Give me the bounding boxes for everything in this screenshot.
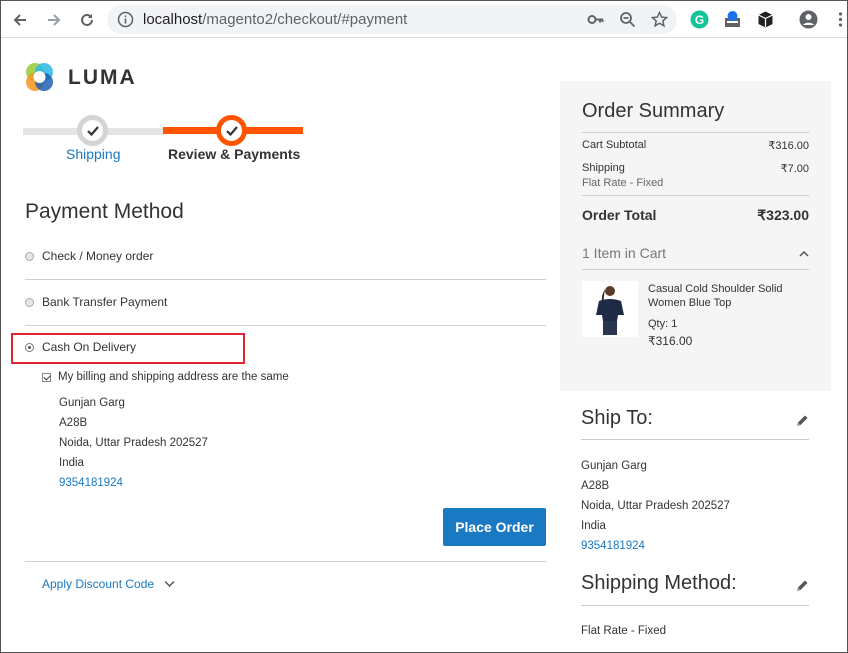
- back-arrow-icon: [13, 14, 26, 26]
- back-button[interactable]: [9, 9, 31, 31]
- radio-button[interactable]: [25, 251, 34, 261]
- url-path: /magento2/checkout/#payment: [202, 11, 408, 28]
- address-name: Gunjan Garg: [59, 397, 125, 409]
- apply-discount-toggle[interactable]: Apply Discount Code: [42, 577, 175, 591]
- grammarly-extension-icon[interactable]: G: [690, 10, 709, 29]
- cart-subtotal-value: ₹316.00: [768, 140, 809, 152]
- luma-logo[interactable]: LUMA: [23, 61, 137, 94]
- ship-to-country: India: [581, 520, 606, 532]
- shipping-method-note: Flat Rate - Fixed: [582, 177, 664, 189]
- forward-button[interactable]: [43, 9, 65, 31]
- chevron-down-icon: [164, 580, 175, 588]
- key-icon[interactable]: [587, 11, 604, 28]
- chevron-up-icon: [799, 250, 809, 257]
- divider: [581, 439, 809, 440]
- same-address-checkbox[interactable]: [42, 372, 51, 382]
- divider: [25, 279, 546, 280]
- zoom-out-icon[interactable]: [619, 11, 636, 28]
- address-bar[interactable]: localhost/magento2/checkout/#payment: [107, 5, 677, 34]
- address-phone-link[interactable]: 9354181924: [59, 473, 208, 493]
- shipping-label: Shipping: [582, 162, 625, 174]
- radio-button-selected[interactable]: [25, 342, 34, 352]
- items-in-cart-toggle[interactable]: 1 Item in Cart: [582, 245, 809, 261]
- reload-button[interactable]: [76, 9, 98, 31]
- step-review-payments-label: Review & Payments: [168, 146, 301, 162]
- pencil-edit-icon[interactable]: [795, 579, 809, 593]
- svg-text:G: G: [695, 13, 704, 27]
- shipping-method-value: Flat Rate - Fixed: [581, 625, 666, 637]
- payment-method-title: Payment Method: [25, 200, 184, 223]
- shipping-method-title: Shipping Method:: [581, 572, 737, 594]
- ship-to-name: Gunjan Garg: [581, 460, 647, 472]
- info-icon[interactable]: [117, 11, 134, 28]
- extension-badge-icon[interactable]: [723, 10, 742, 29]
- package-extension-icon[interactable]: [756, 10, 775, 29]
- same-address-checkbox-row[interactable]: My billing and shipping address are the …: [42, 371, 289, 383]
- reload-icon: [81, 13, 93, 26]
- divider: [582, 269, 809, 270]
- url-host: localhost: [143, 11, 203, 28]
- url-text[interactable]: localhost/magento2/checkout/#payment: [143, 11, 407, 28]
- browser-toolbar: localhost/magento2/checkout/#payment G: [1, 1, 847, 38]
- shipping-value: ₹7.00: [780, 163, 809, 175]
- profile-icon[interactable]: [799, 10, 818, 29]
- order-total-value: ₹323.00: [757, 207, 809, 223]
- step-shipping-marker[interactable]: [77, 115, 108, 146]
- same-address-label: My billing and shipping address are the …: [58, 371, 289, 383]
- checkmark-icon: [225, 125, 238, 136]
- ship-to-city: Noida, Uttar Pradesh 202527: [581, 500, 730, 512]
- place-order-button[interactable]: Place Order: [443, 508, 546, 546]
- forward-arrow-icon: [48, 14, 61, 26]
- shipping-row: Shipping ₹7.00: [582, 162, 809, 175]
- payment-option-label: Cash On Delivery: [42, 340, 137, 354]
- ship-to-line1: A28B: [581, 480, 610, 492]
- bookmark-star-icon[interactable]: [651, 11, 668, 28]
- address-country: India: [59, 457, 84, 469]
- product-name: Casual Cold Shoulder Solid Women Blue To…: [648, 283, 783, 309]
- ship-to-title: Ship To:: [581, 407, 653, 429]
- step-payment-marker: [216, 115, 247, 146]
- order-total-label: Order Total: [582, 207, 657, 223]
- pencil-edit-icon[interactable]: [795, 414, 809, 428]
- ship-to-address: Gunjan Garg A28B Noida, Uttar Pradesh 20…: [581, 456, 730, 556]
- divider: [582, 195, 809, 196]
- luma-logo-icon: [26, 63, 53, 91]
- menu-dots-icon[interactable]: [831, 10, 848, 29]
- divider: [25, 325, 546, 326]
- payment-option-cash-on-delivery[interactable]: Cash On Delivery: [25, 340, 546, 354]
- divider: [581, 605, 809, 606]
- radio-button[interactable]: [25, 297, 34, 307]
- ship-to-phone-link[interactable]: 9354181924: [581, 536, 730, 556]
- billing-address: Gunjan Garg A28B Noida, Uttar Pradesh 20…: [59, 393, 208, 493]
- divider: [25, 561, 546, 562]
- product-thumbnail: [582, 281, 638, 337]
- cart-subtotal-label: Cart Subtotal: [582, 139, 647, 151]
- brand-name: LUMA: [68, 65, 137, 89]
- product-price: ₹316.00: [648, 334, 693, 348]
- order-total-row: Order Total ₹323.00: [582, 207, 809, 224]
- address-city: Noida, Uttar Pradesh 202527: [59, 437, 208, 449]
- step-shipping-label[interactable]: Shipping: [66, 146, 121, 162]
- cart-subtotal-row: Cart Subtotal ₹316.00: [582, 139, 809, 152]
- product-qty: Qty: 1: [648, 318, 678, 330]
- order-summary-title: Order Summary: [582, 100, 725, 122]
- divider: [582, 132, 809, 133]
- payment-option-label: Bank Transfer Payment: [42, 295, 168, 309]
- apply-discount-label: Apply Discount Code: [42, 577, 155, 591]
- address-line1: A28B: [59, 417, 88, 429]
- items-in-cart-label: 1 Item in Cart: [582, 245, 667, 261]
- order-summary-panel: Order Summary Cart Subtotal ₹316.00 Ship…: [560, 81, 831, 391]
- payment-option-check-money-order[interactable]: Check / Money order: [25, 249, 546, 263]
- browser-window: localhost/magento2/checkout/#payment G L…: [0, 0, 848, 653]
- payment-option-bank-transfer[interactable]: Bank Transfer Payment: [25, 295, 546, 309]
- checkmark-icon: [86, 125, 99, 136]
- checkout-progress: Shipping Review & Payments: [23, 113, 303, 163]
- payment-option-label: Check / Money order: [42, 249, 154, 263]
